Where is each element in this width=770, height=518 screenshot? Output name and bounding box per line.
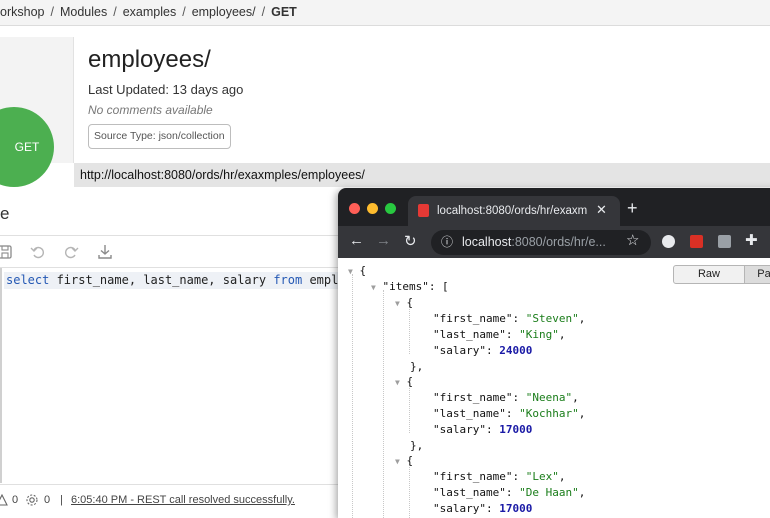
breadcrumb-separator: / bbox=[113, 5, 117, 19]
save-icon[interactable] bbox=[0, 243, 14, 261]
warning-icon bbox=[0, 494, 8, 506]
sql-editor[interactable]: select first_name, last_name, salary fro… bbox=[0, 268, 340, 483]
indent-guide bbox=[352, 274, 353, 518]
sql-keyword: select bbox=[6, 273, 50, 287]
comments-text: No comments available bbox=[88, 103, 213, 117]
close-window-button[interactable] bbox=[349, 203, 360, 214]
info-icon[interactable]: ⓘ bbox=[441, 230, 453, 255]
back-icon[interactable]: ← bbox=[349, 232, 364, 249]
favicon-icon bbox=[418, 204, 429, 217]
sql-keyword: from bbox=[273, 273, 303, 287]
parsed-button[interactable]: Pa bbox=[744, 265, 770, 284]
extension-icon[interactable] bbox=[718, 235, 731, 248]
download-icon[interactable] bbox=[96, 243, 114, 261]
breadcrumb-item-modules[interactable]: Modules bbox=[60, 5, 107, 19]
warning-count: 0 bbox=[12, 494, 19, 506]
status-separator: | bbox=[60, 494, 63, 506]
address-text: localhost:8080/ords/hr/e... bbox=[462, 230, 606, 255]
json-line: ▼ { bbox=[348, 264, 367, 277]
undo-icon[interactable] bbox=[29, 243, 47, 261]
json-line: "last_name": "De Haan", bbox=[433, 486, 586, 499]
maximize-window-button[interactable] bbox=[385, 203, 396, 214]
json-line: "salary": 17000 bbox=[433, 423, 533, 436]
json-line: "last_name": "King", bbox=[433, 328, 566, 341]
browser-toolbar: ← → ↻ ⓘ localhost:8080/ords/hr/e... ☆ ✚ bbox=[338, 226, 770, 258]
code-line: select first_name, last_name, salary fro… bbox=[4, 272, 340, 289]
method-badge-area: GET bbox=[0, 37, 74, 187]
gear-icon bbox=[26, 494, 38, 506]
browser-window: localhost:8080/ords/hr/exaxmp ✕ + ← → ↻ … bbox=[338, 188, 770, 518]
json-line: ▼ { bbox=[395, 454, 414, 467]
breadcrumb-separator: / bbox=[50, 5, 54, 19]
indent-guide bbox=[409, 464, 410, 518]
indent-guide bbox=[409, 385, 410, 433]
raw-button[interactable]: Raw bbox=[673, 265, 745, 284]
extension-icon[interactable] bbox=[690, 235, 703, 248]
breadcrumb-current: GET bbox=[271, 5, 297, 19]
bookmark-star-icon[interactable]: ☆ bbox=[626, 231, 639, 249]
collapse-triangle-icon[interactable]: ▼ bbox=[395, 457, 400, 466]
collapse-triangle-icon[interactable]: ▼ bbox=[395, 378, 400, 387]
sql-text: employe bbox=[309, 273, 340, 287]
json-line: "first_name": "Steven", bbox=[433, 312, 586, 325]
json-viewer: Raw Pa ▼ { ▼ "items": [ ▼ { "first_name"… bbox=[338, 258, 770, 518]
close-tab-icon[interactable]: ✕ bbox=[596, 196, 607, 224]
new-tab-button[interactable]: + bbox=[627, 198, 638, 219]
breadcrumb: orkshop / Modules / examples / employees/ / GET bbox=[0, 0, 770, 26]
divider bbox=[0, 235, 340, 236]
method-badge: GET bbox=[0, 107, 54, 187]
status-bar: 0 0 | 6:05:40 PM - REST call resolved su… bbox=[0, 484, 340, 515]
source-type-badge: Source Type: json/collection bbox=[88, 124, 231, 149]
collapse-triangle-icon[interactable]: ▼ bbox=[395, 299, 400, 308]
collapse-triangle-icon[interactable]: ▼ bbox=[371, 283, 376, 292]
breadcrumb-item-employees[interactable]: employees/ bbox=[192, 5, 256, 19]
sql-text: first_name, last_name, salary bbox=[49, 273, 274, 287]
address-host: localhost bbox=[462, 235, 512, 249]
breadcrumb-separator: / bbox=[261, 5, 266, 19]
minimize-window-button[interactable] bbox=[367, 203, 378, 214]
forward-icon[interactable]: → bbox=[376, 232, 391, 249]
page-title: employees/ bbox=[88, 46, 211, 73]
indent-guide bbox=[383, 290, 384, 518]
json-line: "last_name": "Kochhar", bbox=[433, 407, 586, 420]
json-line: ▼ { bbox=[395, 375, 414, 388]
address-path: :8080/ords/hr/e... bbox=[511, 235, 606, 249]
json-line: ▼ "items": [ bbox=[371, 280, 449, 293]
last-updated: Last Updated: 13 days ago bbox=[88, 82, 244, 97]
indent-guide bbox=[409, 306, 410, 354]
json-line: "first_name": "Lex", bbox=[433, 470, 566, 483]
breadcrumb-separator: / bbox=[182, 5, 186, 19]
redo-icon[interactable] bbox=[62, 243, 80, 261]
json-line: ▼ { bbox=[395, 296, 414, 309]
tab-strip: localhost:8080/ords/hr/exaxmp ✕ + bbox=[338, 188, 770, 226]
json-line: }, bbox=[410, 439, 424, 452]
extension-icon[interactable] bbox=[662, 235, 675, 248]
json-line: "salary": 24000 bbox=[433, 344, 533, 357]
breadcrumb-item-workshop[interactable]: orkshop bbox=[0, 5, 44, 19]
puzzle-icon[interactable]: ✚ bbox=[745, 231, 758, 249]
reload-icon[interactable]: ↻ bbox=[404, 232, 417, 250]
settings-count: 0 bbox=[44, 494, 51, 506]
json-line: }, bbox=[410, 360, 424, 373]
browser-tab[interactable]: localhost:8080/ords/hr/exaxmp ✕ bbox=[408, 196, 620, 226]
panel-title: e bbox=[0, 204, 10, 223]
handler-url[interactable]: http://localhost:8080/ords/hr/exaxmples/… bbox=[74, 163, 770, 187]
breadcrumb-item-examples[interactable]: examples bbox=[123, 5, 177, 19]
json-line: "first_name": "Neena", bbox=[433, 391, 579, 404]
tab-title: localhost:8080/ords/hr/exaxmp bbox=[437, 205, 587, 217]
address-bar[interactable]: ⓘ localhost:8080/ords/hr/e... bbox=[431, 230, 651, 255]
collapse-triangle-icon[interactable]: ▼ bbox=[348, 267, 353, 276]
status-message[interactable]: 6:05:40 PM - REST call resolved successf… bbox=[71, 485, 295, 515]
